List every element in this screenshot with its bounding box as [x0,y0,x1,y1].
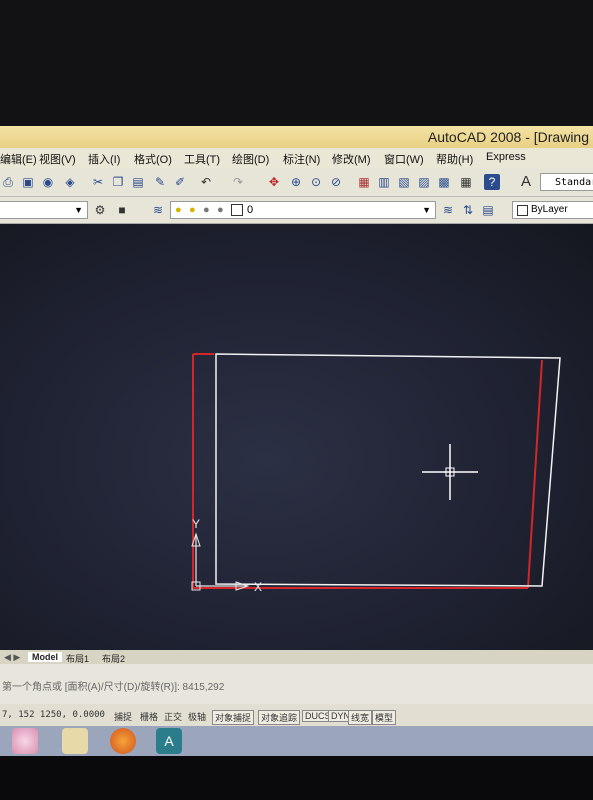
layer-states-icon[interactable]: ▤ [480,202,496,218]
color-combo[interactable]: ByLayer [512,201,593,219]
copy-icon[interactable]: ❐ [110,174,126,190]
paste-icon[interactable]: ▤ [130,174,146,190]
tab-nav-icon[interactable]: ◀ ▶ [4,652,20,663]
taskbar: A [0,726,593,756]
drawing-svg: Y X [191,353,561,594]
photos-app-icon[interactable] [12,728,38,754]
menu-edit[interactable]: 编辑(E) [0,151,37,167]
autocad-taskbar-icon[interactable]: A [156,728,182,754]
menu-view[interactable]: 视图(V) [39,151,76,167]
menu-bar: 编辑(E) 视图(V) 插入(I) 格式(O) 工具(T) 绘图(D) 标注(N… [0,148,593,168]
menu-window[interactable]: 窗口(W) [384,151,424,167]
tool-palettes-icon[interactable]: ▧ [396,174,412,190]
status-lineweight[interactable]: 线宽 [348,710,373,725]
red-rectangle-right [527,359,543,589]
zoom-window-icon[interactable]: ⊙ [308,174,324,190]
coordinates-readout: 7, 152 1250, 0.0000 [2,710,105,720]
calculator-icon[interactable]: ▦ [458,174,474,190]
drawing-canvas[interactable]: Y X [0,224,593,652]
markup-icon[interactable]: ▩ [436,174,452,190]
layer-manager-icon[interactable]: ≋ [150,202,166,218]
menu-draw[interactable]: 绘图(D) [232,151,269,167]
workspace-settings-icon[interactable]: ⚙ [92,202,108,218]
ucs-x-label: X [254,580,262,594]
white-rectangle [215,353,561,587]
zoom-previous-icon[interactable]: ⊘ [328,174,344,190]
title-bar: AutoCAD 2008 - [Drawing [0,126,593,148]
screen: AutoCAD 2008 - [Drawing 编辑(E) 视图(V) 插入(I… [0,126,593,756]
firefox-icon[interactable] [110,728,136,754]
match-properties-icon[interactable]: ✎ [152,174,168,190]
layer-combo[interactable]: ● ● ● ● 0 ▼ [170,201,436,219]
chevron-down-icon: ▼ [422,205,431,215]
color-value: ByLayer [531,204,568,215]
design-center-icon[interactable]: ▥ [376,174,392,190]
viewport-freeze-icon: ● [217,204,224,216]
command-line[interactable]: 第一个角点或 [面积(A)/尺寸(D)/旋转(R)]: 8415,292 [0,664,593,704]
status-otrack[interactable]: 对象追踪 [258,710,301,725]
layer-previous-icon[interactable]: ⇅ [460,202,476,218]
monitor-bezel-top [0,0,593,126]
layers-toolbar: ▼ ⚙ ■ ≋ ● ● ● ● 0 ▼ ≋ ⇅ ▤ ByLayer [0,197,593,224]
ucs-y-label: Y [192,517,200,531]
menu-tools[interactable]: 工具(T) [184,151,220,167]
ucs-icon: Y X [191,517,262,594]
menu-modify[interactable]: 修改(M) [332,151,371,167]
layer-name: 0 [247,204,254,216]
status-model[interactable]: 模型 [372,710,397,725]
menu-insert[interactable]: 插入(I) [88,151,120,167]
menu-dimension[interactable]: 标注(N) [283,151,320,167]
status-snap[interactable]: 捕捉 [114,710,132,723]
standard-toolbar: ⎙ ▣ ◉ ◈ ✂ ❐ ▤ ✎ ✐ ↶ ↷ ✥ ⊕ ⊙ ⊘ ▦ ▥ ▧ ▨ ▩ … [0,168,593,197]
undo-icon[interactable]: ↶ [198,174,214,190]
text-style-icon[interactable]: A [518,174,534,190]
help-icon[interactable]: ? [484,174,500,190]
command-prompt: 第一个角点或 [面积(A)/尺寸(D)/旋转(R)]: 8415,292 [2,682,225,693]
window-title: AutoCAD 2008 - [Drawing [427,129,589,145]
menu-express[interactable]: Express [486,151,526,163]
save-workspace-icon[interactable]: ■ [114,202,130,218]
red-rectangle-edge [192,354,528,589]
layer-color-swatch [231,204,243,216]
lock-icon: ● [203,204,210,216]
status-bar: 7, 152 1250, 0.0000 捕捉 栅格 正交 极轴 对象捕捉 对象追… [0,704,593,726]
monitor-bezel-bottom [0,756,593,800]
status-grid[interactable]: 栅格 [140,710,158,723]
tab-model[interactable]: Model [28,652,62,662]
3d-dwf-icon[interactable]: ◈ [62,174,78,190]
zoom-realtime-icon[interactable]: ⊕ [288,174,304,190]
pan-icon[interactable]: ✥ [266,174,282,190]
menu-format[interactable]: 格式(O) [134,151,172,167]
make-current-icon[interactable]: ≋ [440,202,456,218]
workspace-combo[interactable]: ▼ [0,201,88,219]
redo-icon[interactable]: ↷ [230,174,246,190]
sheet-set-icon[interactable]: ▨ [416,174,432,190]
text-style-combo[interactable]: Standar [540,173,593,191]
properties-icon[interactable]: ▦ [356,174,372,190]
layout-tabs: ◀ ▶ Model 布局1 布局2 [0,650,593,664]
file-explorer-icon[interactable] [62,728,88,754]
plot-preview-icon[interactable]: ▣ [20,174,36,190]
status-polar[interactable]: 极轴 [188,710,206,723]
publish-icon[interactable]: ◉ [40,174,56,190]
print-icon[interactable]: ⎙ [0,174,16,190]
color-swatch [517,205,528,216]
status-ortho[interactable]: 正交 [164,710,182,723]
block-editor-icon[interactable]: ✐ [172,174,188,190]
chevron-down-icon: ▼ [74,205,83,215]
menu-help[interactable]: 帮助(H) [436,151,473,167]
bulb-icon: ● [175,204,182,216]
cut-icon[interactable]: ✂ [90,174,106,190]
crosshair-cursor [422,444,478,500]
status-osnap[interactable]: 对象捕捉 [212,710,255,725]
sun-icon: ● [189,204,196,216]
